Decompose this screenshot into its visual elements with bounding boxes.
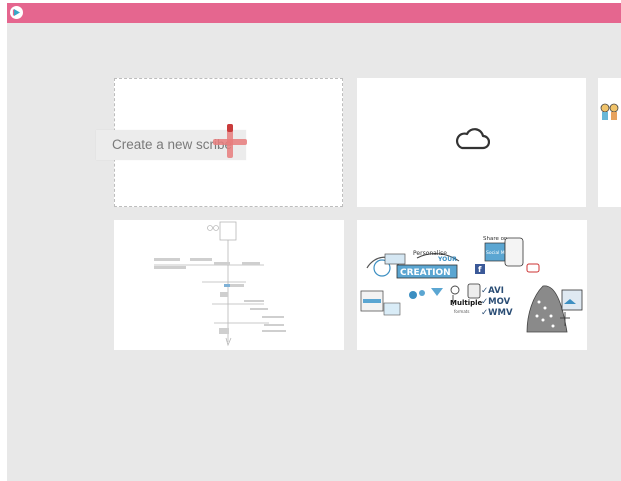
mov-format-label: ✓MOV xyxy=(481,297,511,307)
formats-label: formats xyxy=(454,309,469,314)
create-new-scribe-label[interactable]: Create a new scribe xyxy=(96,130,246,160)
app-logo-icon[interactable] xyxy=(10,6,23,19)
sketch-features-thumbnail-icon: CREATION Personalise YOUR Share on Socia… xyxy=(360,236,583,333)
share-on-label: Share on xyxy=(483,236,508,242)
people-thumbnail-icon xyxy=(600,103,619,120)
scribe-thumbnail-flowchart[interactable] xyxy=(114,220,344,350)
plus-icon-cap xyxy=(227,124,233,132)
sketch-flowchart-thumbnail-icon xyxy=(154,221,286,347)
scribe-gallery: Create a new scribe CREATION Personalise… xyxy=(7,23,621,481)
creation-label: CREATION xyxy=(400,268,451,278)
avi-format-label: ✓AVI xyxy=(481,286,504,296)
scribe-thumbnail-features[interactable]: CREATION Personalise YOUR Share on Socia… xyxy=(357,220,587,350)
scribe-thumbnail-partial[interactable] xyxy=(598,78,621,207)
top-bar xyxy=(7,3,621,23)
wmv-format-label: ✓WMV xyxy=(481,308,513,318)
svg-text:f: f xyxy=(478,265,482,274)
cloud-scribes-card[interactable] xyxy=(357,78,586,207)
your-label: YOUR xyxy=(437,256,457,263)
cloud-icon xyxy=(455,128,490,150)
multiple-label: Multiple xyxy=(450,299,483,307)
